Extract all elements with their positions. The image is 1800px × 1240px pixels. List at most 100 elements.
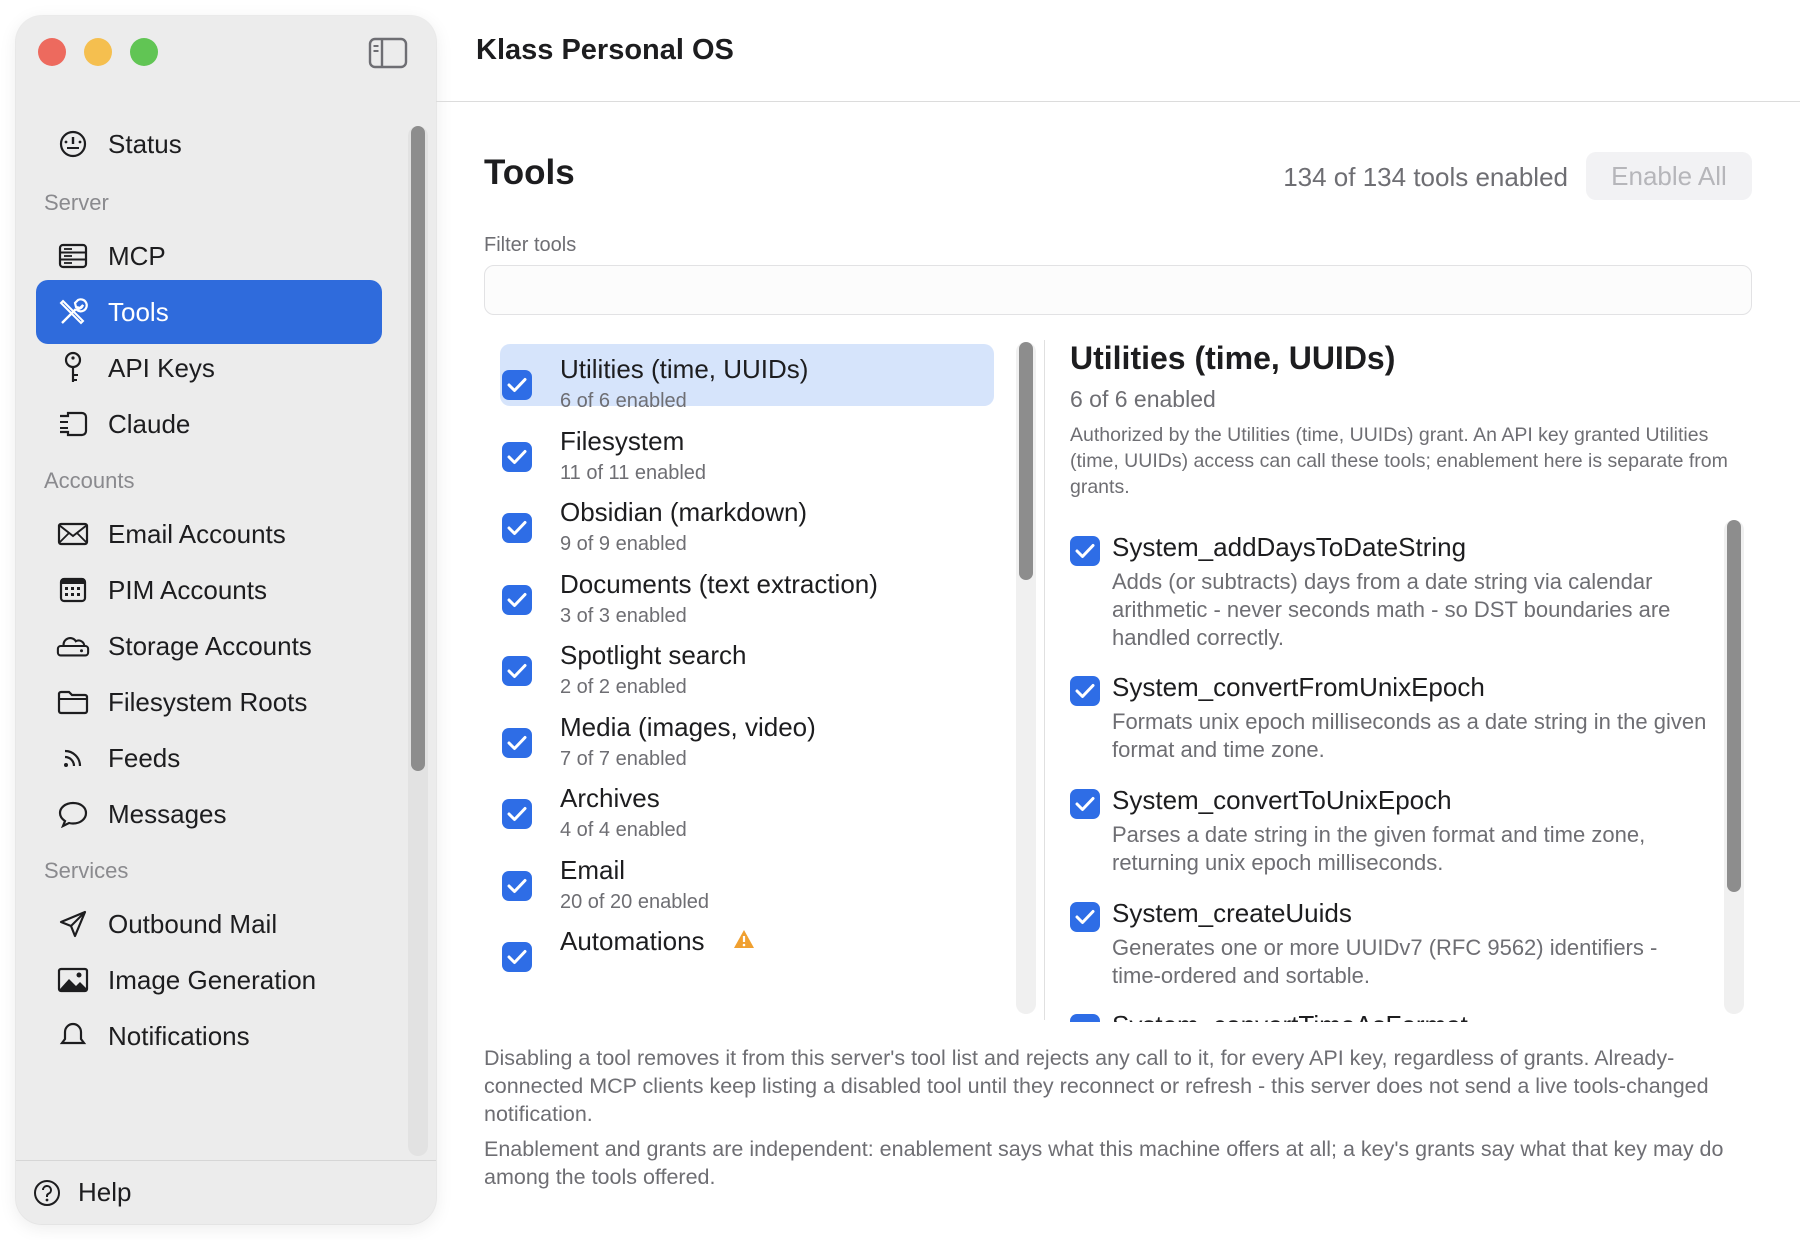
group-list-scrollbar[interactable] xyxy=(1016,342,1036,1014)
window-titlebar: Klass Personal OS xyxy=(436,0,1800,102)
section-label-services: Services xyxy=(44,858,129,883)
checkbox-checked-icon[interactable] xyxy=(502,656,532,686)
key-icon xyxy=(56,351,90,385)
sidebar-item-image-generation[interactable]: Image Generation xyxy=(36,948,382,1012)
warning-triangle-icon xyxy=(732,928,756,955)
checkbox-checked-icon[interactable] xyxy=(1070,536,1100,566)
sidebar-item-label: Feeds xyxy=(108,742,181,773)
photo-icon xyxy=(56,963,90,997)
checkbox-checked-icon[interactable] xyxy=(1070,1014,1100,1022)
checkbox-checked-icon[interactable] xyxy=(502,871,532,901)
tool-description: Formats unix epoch milliseconds as a dat… xyxy=(1112,709,1707,762)
sidebar-item-claude[interactable]: Claude xyxy=(36,392,382,456)
sidebar-item-filesystem-roots[interactable]: Filesystem Roots xyxy=(36,670,382,734)
sidebar-item-label: Status xyxy=(108,128,182,159)
sidebar-item-notifications[interactable]: Notifications xyxy=(36,1004,382,1068)
tool-description: Generates one or more UUIDv7 (RFC 9562) … xyxy=(1112,935,1658,988)
sidebar-item-tools[interactable]: Tools xyxy=(36,280,382,344)
zoom-window-button[interactable] xyxy=(130,38,158,66)
detail-title: Utilities (time, UUIDs) xyxy=(1070,340,1396,376)
group-enabled-count: 3 of 3 enabled xyxy=(560,605,687,627)
sidebar-item-label: Claude xyxy=(108,408,191,439)
tool-name: System_convertTimeAsFormat xyxy=(1112,1010,1468,1022)
group-item-utilities[interactable]: Utilities (time, UUIDs) 6 of 6 enabled xyxy=(500,344,994,412)
group-item-email[interactable]: Email 20 of 20 enabled xyxy=(500,845,994,913)
checkbox-checked-icon[interactable] xyxy=(502,442,532,472)
tool-name: System_convertFromUnixEpoch xyxy=(1112,672,1485,702)
checkbox-checked-icon[interactable] xyxy=(502,799,532,829)
checkbox-checked-icon[interactable] xyxy=(1070,676,1100,706)
help-label: Help xyxy=(78,1177,132,1207)
group-enabled-count: 4 of 4 enabled xyxy=(560,819,687,841)
group-enabled-count: 6 of 6 enabled xyxy=(560,390,687,412)
sidebar-nav: Status Server MCP Tools API Keys Claude … xyxy=(16,108,436,1176)
section-label-server: Server xyxy=(44,190,109,215)
group-item-filesystem[interactable]: Filesystem 11 of 11 enabled xyxy=(500,416,994,484)
sidebar-item-outbound-mail[interactable]: Outbound Mail xyxy=(36,892,382,956)
checkbox-checked-icon[interactable] xyxy=(502,585,532,615)
group-name: Spotlight search xyxy=(560,640,747,670)
group-enabled-count: 20 of 20 enabled xyxy=(560,891,710,913)
group-name: Obsidian (markdown) xyxy=(560,497,808,527)
detail-scrollbar[interactable] xyxy=(1724,520,1744,1014)
tool-name: System_convertToUnixEpoch xyxy=(1112,785,1452,815)
tool-name: System_createUuids xyxy=(1112,898,1352,928)
group-name: Documents (text extraction) xyxy=(560,569,878,599)
sidebar-item-messages[interactable]: Messages xyxy=(36,782,382,846)
sidebar-toggle-icon[interactable] xyxy=(368,36,408,70)
footnote-enablement: Enablement and grants are independent: e… xyxy=(484,1137,1724,1189)
sidebar-item-pim-accounts[interactable]: PIM Accounts xyxy=(36,558,382,622)
checkbox-checked-icon[interactable] xyxy=(502,728,532,758)
section-label-accounts: Accounts xyxy=(44,468,135,493)
checkbox-checked-icon[interactable] xyxy=(502,370,532,400)
app-title: Klass Personal OS xyxy=(476,34,734,66)
group-item-spotlight[interactable]: Spotlight search 2 of 2 enabled xyxy=(500,630,994,698)
sidebar-item-email-accounts[interactable]: Email Accounts xyxy=(36,502,382,566)
detail-description: Authorized by the Utilities (time, UUIDs… xyxy=(1070,424,1728,498)
sidebar-scrollbar[interactable] xyxy=(408,126,428,1156)
checkbox-checked-icon[interactable] xyxy=(1070,902,1100,932)
tool-group-list: Utilities (time, UUIDs) 6 of 6 enabled F… xyxy=(484,336,1014,1022)
group-name: Utilities (time, UUIDs) xyxy=(560,354,809,384)
sidebar-item-mcp[interactable]: MCP xyxy=(36,224,382,288)
paper-plane-icon xyxy=(56,907,90,941)
group-item-documents[interactable]: Documents (text extraction) 3 of 3 enabl… xyxy=(500,559,994,627)
sidebar-item-api-keys[interactable]: API Keys xyxy=(36,336,382,400)
sidebar-scrollbar-thumb[interactable] xyxy=(411,126,425,771)
group-enabled-count: 7 of 7 enabled xyxy=(560,748,687,770)
enable-all-button[interactable]: Enable All xyxy=(1586,152,1752,200)
group-detail-pane: Utilities (time, UUIDs) 6 of 6 enabled A… xyxy=(1070,336,1770,1022)
sidebar-item-label: API Keys xyxy=(108,352,215,383)
cloud-drive-icon xyxy=(56,629,90,663)
group-name: Media (images, video) xyxy=(560,712,816,742)
group-enabled-count: 9 of 9 enabled xyxy=(560,533,687,555)
enabled-count: 134 of 134 tools enabled xyxy=(1283,162,1568,192)
server-icon xyxy=(56,239,90,273)
group-item-automations[interactable]: Automations xyxy=(500,916,994,978)
group-item-media[interactable]: Media (images, video) 7 of 7 enabled xyxy=(500,702,994,770)
filter-input[interactable] xyxy=(484,265,1752,315)
sidebar-item-label: Outbound Mail xyxy=(108,908,278,939)
sidebar-item-label: Notifications xyxy=(108,1020,250,1051)
group-name: Filesystem xyxy=(560,426,685,456)
minimize-window-button[interactable] xyxy=(84,38,112,66)
sidebar-item-label: Messages xyxy=(108,798,227,829)
sidebar-item-label: Image Generation xyxy=(108,964,317,995)
filter-label: Filter tools xyxy=(484,234,577,256)
checkbox-checked-icon[interactable] xyxy=(502,513,532,543)
sidebar-item-storage-accounts[interactable]: Storage Accounts xyxy=(36,614,382,678)
detail-scrollbar-thumb[interactable] xyxy=(1727,520,1741,892)
group-item-obsidian[interactable]: Obsidian (markdown) 9 of 9 enabled xyxy=(500,487,994,555)
sidebar-item-feeds[interactable]: Feeds xyxy=(36,726,382,790)
checkbox-checked-icon[interactable] xyxy=(1070,789,1100,819)
checkbox-checked-icon[interactable] xyxy=(502,942,532,972)
group-list-scrollbar-thumb[interactable] xyxy=(1019,342,1033,580)
group-enabled-count: 2 of 2 enabled xyxy=(560,676,687,698)
help-button[interactable]: Help xyxy=(16,1160,436,1224)
close-window-button[interactable] xyxy=(38,38,66,66)
sidebar-item-label: Storage Accounts xyxy=(108,630,312,661)
sidebar-item-status[interactable]: Status xyxy=(36,112,382,176)
pane-divider[interactable] xyxy=(1044,340,1045,1020)
gauge-icon xyxy=(56,127,90,161)
group-item-archives[interactable]: Archives 4 of 4 enabled xyxy=(500,773,994,841)
